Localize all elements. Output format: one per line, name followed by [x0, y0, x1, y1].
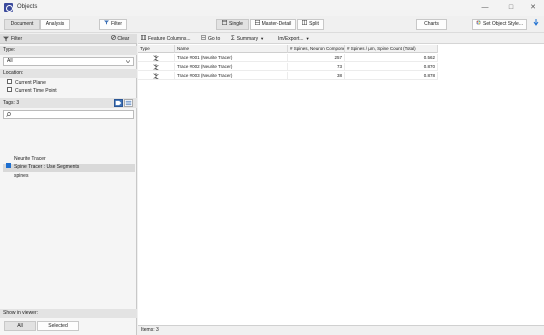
column-header-spines[interactable]: # Spines, Neuron Components: [288, 45, 345, 53]
row-spines: 38: [288, 72, 345, 80]
search-icon: [6, 112, 11, 117]
chevron-down-icon: [126, 60, 130, 63]
tags-icon: [115, 100, 122, 106]
objects-table-panel: Feature Columns... Go to Σ Summary ▼ Im/Ex…: [138, 34, 544, 335]
column-header-name[interactable]: Name: [175, 45, 288, 53]
charts-button[interactable]: Charts: [416, 19, 447, 30]
feature-columns-label: Feature Columns...: [148, 36, 191, 42]
maximize-button[interactable]: □: [500, 2, 522, 13]
view-split-button[interactable]: Split: [297, 19, 324, 30]
columns-icon: [141, 35, 146, 41]
clear-filter-button[interactable]: Clear: [111, 34, 129, 44]
filter-panel: Filter Clear Type: All Location: Current…: [0, 34, 137, 335]
checkbox-box: [7, 79, 12, 85]
show-in-viewer-label: Show in viewer:: [0, 309, 137, 318]
view-single-button[interactable]: Single: [216, 19, 249, 30]
list-icon: [125, 100, 132, 106]
column-header-type[interactable]: Type: [138, 45, 175, 53]
type-section-label: Type:: [0, 46, 137, 55]
palette-icon: [476, 20, 481, 26]
current-plane-label: Current Plane: [15, 80, 46, 86]
filter-toggle-button[interactable]: Filter: [99, 19, 127, 30]
table-row[interactable]: Trace #002 (Neurite Tracer) 73 0.870: [138, 63, 438, 71]
close-button[interactable]: ✕: [522, 2, 544, 13]
tab-document[interactable]: Document: [4, 19, 40, 30]
go-to-label: Go to: [208, 36, 221, 42]
table-row[interactable]: Trace #001 (Neurite Tracer) 257 0.562: [138, 54, 438, 62]
type-select-value: All: [7, 58, 13, 64]
feature-columns-button[interactable]: Feature Columns...: [141, 34, 191, 44]
sigma-icon: Σ: [231, 36, 235, 42]
row-name: Trace #003 (Neurite Tracer): [175, 72, 288, 80]
row-density: 0.562: [345, 54, 438, 62]
status-bar: Items: 3: [138, 325, 544, 335]
dropdown-arrow-icon: ▼: [305, 36, 310, 41]
table-header: Type Name # Spines, Neuron Components # …: [138, 45, 438, 53]
tag-item-selected[interactable]: Spine Tracer : Use Segments: [3, 163, 135, 172]
view-split-label: Split: [309, 21, 319, 27]
tab-analysis[interactable]: Analysis: [40, 19, 70, 30]
window-title: Objects: [17, 4, 38, 10]
dropdown-arrow-icon: ▼: [260, 36, 265, 41]
tag-list-toggle-button[interactable]: [124, 99, 133, 107]
current-time-point-label: Current Time Point: [15, 88, 57, 94]
tag-item-label: Spine Tracer : Use Segments: [14, 164, 80, 170]
title-bar: Objects — □ ✕: [0, 0, 544, 16]
row-name: Trace #002 (Neurite Tracer): [175, 63, 288, 71]
set-object-style-button[interactable]: Set Object Style...: [472, 19, 527, 30]
row-spines: 257: [288, 54, 345, 62]
summary-label: Summary: [236, 36, 259, 42]
trace-type-icon: [138, 54, 175, 62]
checkbox-checked: [6, 163, 11, 169]
row-spines: 73: [288, 63, 345, 71]
table-row[interactable]: Trace #003 (Neurite Tracer) 38 0.878: [138, 72, 438, 80]
row-density: 0.870: [345, 63, 438, 71]
trace-type-icon: [138, 72, 175, 80]
type-select[interactable]: All: [3, 57, 134, 66]
filter-panel-title: Filter: [11, 36, 23, 42]
current-time-point-checkbox[interactable]: Current Time Point: [7, 87, 57, 95]
view-single-label: Single: [229, 21, 243, 27]
show-selected-button[interactable]: Selected: [37, 321, 79, 331]
minimize-button[interactable]: —: [474, 2, 496, 13]
filter-toggle-label: Filter: [110, 21, 123, 27]
master-detail-icon: [254, 20, 260, 26]
tag-item[interactable]: spines: [14, 173, 28, 180]
filter-icon: [103, 20, 109, 25]
clear-icon: [111, 35, 116, 41]
row-density: 0.878: [345, 72, 438, 80]
go-to-icon: [201, 35, 206, 40]
im-export-label: Im/Export...: [278, 36, 304, 42]
view-master-detail-label: Master-Detail: [261, 21, 292, 27]
tag-search-input[interactable]: [3, 110, 134, 119]
main-toolbar: Document Analysis Filter Single Master-D…: [0, 16, 544, 33]
show-all-button[interactable]: All: [4, 321, 36, 331]
go-to-button[interactable]: Go to: [201, 34, 220, 44]
location-section-label: Location:: [0, 69, 137, 78]
tag-view-toggle-button[interactable]: [114, 99, 123, 107]
current-plane-checkbox[interactable]: Current Plane: [7, 79, 46, 87]
single-view-icon: [222, 20, 228, 26]
clear-filter-label: Clear: [117, 36, 130, 42]
view-master-detail-button[interactable]: Master-Detail: [250, 19, 296, 30]
checkbox-box: [7, 87, 12, 93]
filter-icon: [3, 36, 9, 42]
trace-type-icon: [138, 63, 175, 71]
pin-icon[interactable]: [533, 19, 539, 27]
filter-panel-header: Filter Clear: [0, 34, 137, 44]
table-toolbar: Feature Columns... Go to Σ Summary ▼ Im/Ex…: [138, 34, 544, 44]
app-icon: [4, 3, 13, 12]
im-export-dropdown[interactable]: Im/Export... ▼: [278, 34, 310, 44]
column-header-spine-density[interactable]: # Spines / µm, Spine Count (Total): [345, 45, 438, 53]
tag-item[interactable]: Neurite Tracer: [14, 156, 46, 163]
set-object-style-label: Set Object Style...: [482, 21, 524, 27]
summary-dropdown[interactable]: Σ Summary ▼: [231, 34, 264, 44]
split-view-icon: [302, 20, 308, 26]
row-name: Trace #001 (Neurite Tracer): [175, 54, 288, 62]
